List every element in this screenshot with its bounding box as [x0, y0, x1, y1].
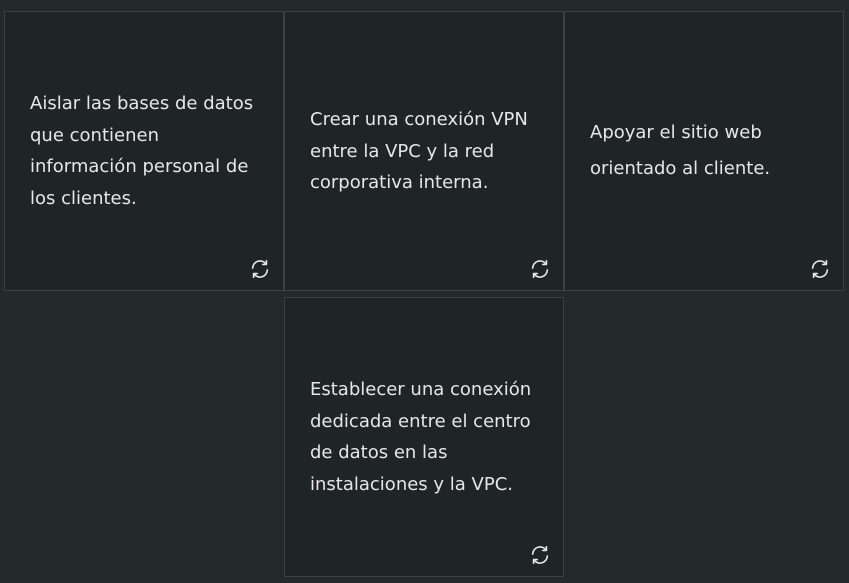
flip-icon[interactable]	[249, 258, 271, 280]
flip-icon[interactable]	[809, 258, 831, 280]
flip-icon[interactable]	[529, 258, 551, 280]
flip-icon[interactable]	[529, 544, 551, 566]
flip-card-customer-website[interactable]: Apoyar el sitio web orientado al cliente…	[564, 11, 844, 291]
flip-card-dedicated-connection[interactable]: Establecer una conexión dedicada entre e…	[284, 297, 564, 577]
flip-card-vpn-connection[interactable]: Crear una conexión VPN entre la VPC y la…	[284, 11, 564, 291]
card-text: Crear una conexión VPN entre la VPC y la…	[310, 108, 528, 193]
card-text: Aislar las bases de datos que contienen …	[30, 93, 254, 209]
card-text: Establecer una conexión dedicada entre e…	[310, 379, 532, 495]
card-text: Apoyar el sitio web orientado al cliente…	[590, 122, 771, 179]
flip-card-isolate-databases[interactable]: Aislar las bases de datos que contienen …	[4, 11, 284, 291]
flip-card-board: Aislar las bases de datos que contienen …	[0, 0, 849, 583]
